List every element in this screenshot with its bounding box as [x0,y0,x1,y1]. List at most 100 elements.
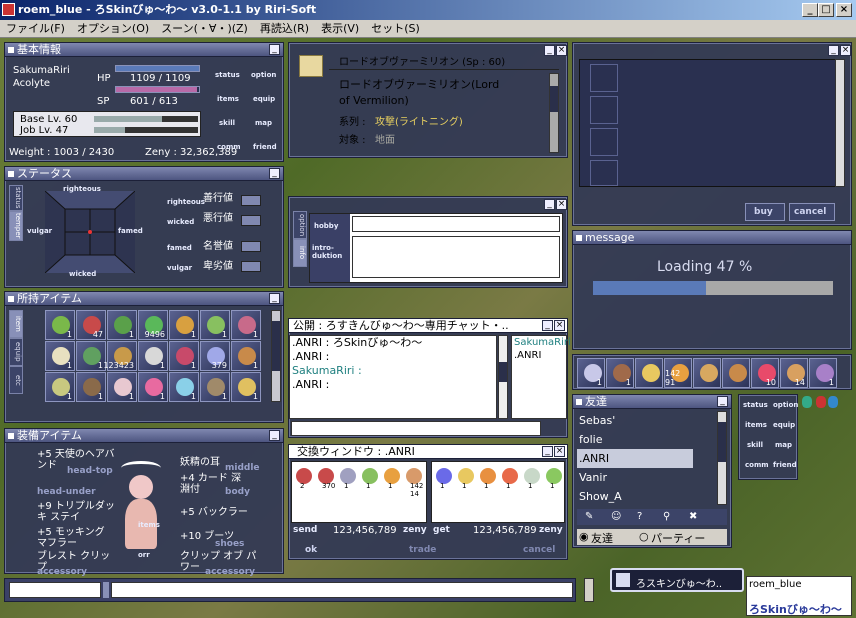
mini-friend-button[interactable]: friend [773,461,797,469]
friends-titlebar[interactable]: 友達 _ [573,395,731,409]
message-window[interactable]: message Loading 47 % [572,230,852,350]
hotkey-slot[interactable]: 142 91 [664,358,692,388]
shop-slot[interactable] [590,96,618,124]
message-titlebar[interactable]: message [573,231,851,245]
shop-slot[interactable] [590,128,618,156]
member-item[interactable]: SakumaRiri [514,336,571,349]
inventory-slot[interactable]: 1 [45,372,75,402]
mini-items-button[interactable]: items [745,421,767,429]
friend-item[interactable]: Show_A [577,487,717,506]
scroll-thumb[interactable] [550,86,558,112]
party-icon[interactable]: ☺ [611,511,621,522]
close-icon[interactable]: × [840,45,851,56]
inventory-slot[interactable]: 1 [138,341,168,371]
menu-set[interactable]: セット(S) [365,20,426,38]
tab-temper[interactable]: temper [9,211,23,241]
intro-textarea[interactable] [352,236,560,278]
minimize-icon[interactable]: _ [542,320,553,331]
close-button[interactable]: × [836,3,852,17]
items-button[interactable]: items [217,95,239,103]
minimize-button[interactable]: _ [802,3,818,17]
inventory-slot[interactable]: 1 [45,341,75,371]
friend-radio[interactable]: ◉ [579,530,589,543]
basic-info-titlebar[interactable]: 基本情報 _ [5,43,283,57]
trade-titlebar[interactable]: 交換ウィンドウ : .ANRI _ × [289,445,567,459]
menu-soon[interactable]: スーン(・∀・)(Z) [155,20,254,38]
equip-middle[interactable]: 妖精の耳 [180,453,220,468]
inventory-slot[interactable]: 1 [45,310,75,340]
inventory-window[interactable]: 所持アイテム _ item equip etc 1 47 1 9496 1 1 1 1 1 1234… [4,291,284,423]
inventory-slot[interactable]: 1 [76,341,106,371]
member-item[interactable]: .ANRI [514,349,566,362]
trade-item-slot[interactable]: 1 [360,466,380,492]
chat-room-titlebar[interactable]: 公開 : ろすきんびゅ～わ～専用チャット・.. _ × [289,319,567,333]
equip-head-under[interactable]: head-under [37,487,96,497]
equip-garment[interactable]: +5 モッキング マフラー [37,527,117,549]
minimize-icon[interactable]: _ [544,199,555,210]
minimize-icon[interactable]: _ [544,45,555,56]
trade-item-slot[interactable]: 2 [294,466,314,492]
menu-option[interactable]: オプション(O) [71,20,155,38]
mini-menu[interactable]: status option items equip skill map comm… [738,394,798,480]
trade-cancel-button[interactable]: cancel [523,545,555,555]
minimize-icon[interactable]: _ [269,430,280,441]
inventory-scrollbar[interactable] [271,310,281,402]
inventory-slot[interactable]: 123423 [103,341,137,371]
scroll-thumb[interactable] [499,362,507,382]
trade-item-slot[interactable]: 142 14 [404,466,424,498]
profile-window[interactable]: _ × option info hobby intro-duktion [288,196,568,288]
inventory-slot[interactable]: 1 [169,310,199,340]
hotkey-slot[interactable] [693,358,721,388]
chat-scrollbar[interactable] [584,578,594,602]
minimize-icon[interactable]: _ [269,168,280,179]
inventory-slot[interactable]: 47 [76,310,106,340]
close-icon[interactable]: × [556,45,567,56]
friends-scrollbar[interactable] [717,411,727,505]
help-icon[interactable]: ? [637,511,642,522]
inventory-slot[interactable]: 1 [169,372,199,402]
trade-item-slot[interactable]: 1 [544,466,564,492]
friend-item[interactable]: Vanir [577,468,717,487]
buy-button[interactable]: buy [745,203,785,221]
option-button[interactable]: option [251,71,276,79]
hotkey-slot[interactable]: 10 [751,358,779,388]
inventory-slot[interactable]: 1 [76,372,106,402]
mini-option-button[interactable]: option [773,401,798,409]
trade-item-slot[interactable]: 1 [382,466,402,492]
inventory-slot[interactable]: 1 [231,372,261,402]
trade-item-slot[interactable]: 1 [500,466,520,492]
trash-icon[interactable]: ✖ [689,511,697,522]
comm-button[interactable]: comm [217,143,241,151]
minimize-icon[interactable]: _ [717,396,728,407]
trade-window[interactable]: 交換ウィンドウ : .ANRI _ × 2 370 1 1 1 142 14 1 1 1 1 1 1 s… [288,444,568,560]
shop-cancel-button[interactable]: cancel [789,203,835,221]
shop-slot[interactable] [590,64,618,92]
hobby-input[interactable] [352,216,560,232]
friend-button[interactable]: friend [253,143,277,151]
whisper-icon[interactable]: ✎ [585,511,593,522]
friend-item[interactable]: folie [577,430,717,449]
inventory-slot[interactable]: 1 [231,310,261,340]
chat-room-window[interactable]: 公開 : ろすきんびゅ～わ～専用チャット・.. _ × .ANRI : ろSkinび… [288,318,571,438]
close-icon[interactable]: × [556,199,567,210]
inventory-slot[interactable]: 1 [107,372,137,402]
basic-info-window[interactable]: 基本情報 _ SakumaRiri Acolyte HP 1109 / 1109 … [4,42,284,162]
friends-window[interactable]: 友達 _ Sebas' folie .ANRI Vanir Show_A ✎ ☺ … [572,394,732,548]
tab-status[interactable]: status [9,185,23,211]
hotkey-slot[interactable]: 14 [780,358,808,388]
skill-info-window[interactable]: _ × ロードオブヴァーミリオン (Sp : 60) ロードオブヴァーミリオン(… [288,42,568,158]
tab-equip[interactable]: equip [9,338,23,366]
trade-item-slot[interactable]: 1 [522,466,542,492]
inventory-slot[interactable]: 1 [200,310,230,340]
tab-option[interactable]: option [293,211,307,239]
menu-reload[interactable]: 再読込(R) [254,20,315,38]
skill-button[interactable]: skill [219,119,235,127]
mini-comm-button[interactable]: comm [745,461,769,469]
shop-scrollbar[interactable] [835,59,845,187]
minimize-icon[interactable]: _ [269,44,280,55]
equip-button[interactable]: equip [253,95,275,103]
friend-item-selected[interactable]: .ANRI [577,449,693,468]
maximize-button[interactable]: □ [818,3,834,17]
chat-log-scrollbar[interactable] [498,335,508,419]
tab-info[interactable]: info [293,239,307,267]
